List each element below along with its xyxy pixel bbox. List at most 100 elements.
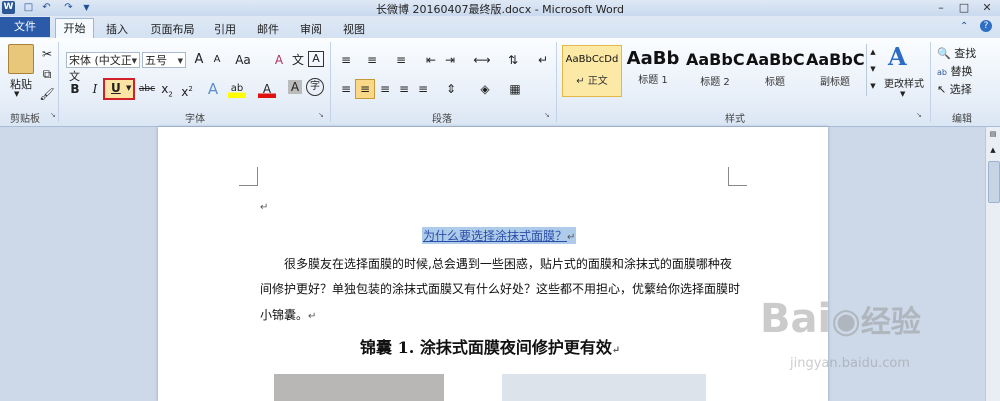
cut-icon[interactable]: ✂ <box>38 45 56 63</box>
clipboard-launcher-icon[interactable]: ↘ <box>50 111 58 119</box>
numbering-icon[interactable]: ≡ <box>363 51 381 69</box>
select-button[interactable]: ↖ 选择 <box>937 81 972 97</box>
style-sample: AaBbC <box>746 50 804 69</box>
align-center-icon[interactable]: ≡ <box>355 79 375 99</box>
strikethrough-icon[interactable]: abc <box>138 80 156 98</box>
styles-gallery-scroll[interactable]: ▲ ▼ ▼ <box>866 44 879 96</box>
sort-icon[interactable]: ⇅ <box>504 51 522 69</box>
format-painter-icon[interactable]: 🖌 <box>38 85 56 103</box>
paste-button-label[interactable]: 粘贴 <box>4 76 38 92</box>
minimize-icon[interactable]: – <box>930 0 952 15</box>
tab-file[interactable]: 文件 <box>0 17 50 37</box>
distributed-icon[interactable]: ≡ <box>414 80 432 98</box>
body-line[interactable]: 小锦囊。↵ <box>260 306 316 323</box>
replace-label: 替换 <box>950 65 973 78</box>
style-heading-2[interactable]: AaBbC 标题 2 <box>686 45 744 95</box>
font-name-combo[interactable]: 宋体 (中文正文 ▼ <box>66 52 140 83</box>
document-page[interactable]: ↵ 为什么要选择涂抹式面膜？↵ 很多膜友在选择面膜的时候,总会遇到一些困惑，贴片… <box>158 127 828 401</box>
phonetic-guide-icon[interactable]: 文 <box>289 51 307 69</box>
multilevel-list-icon[interactable]: ≡ <box>392 51 410 69</box>
styles-launcher-icon[interactable]: ↘ <box>916 111 924 119</box>
maximize-icon[interactable]: □ <box>953 0 975 15</box>
style-sample: AaBbC <box>806 50 864 69</box>
bullets-icon[interactable]: ≡ <box>337 51 355 69</box>
tab-review[interactable]: 审阅 <box>296 20 326 39</box>
line-spacing-icon[interactable]: ⇕ <box>442 80 460 98</box>
copy-icon[interactable]: ⧉ <box>38 65 56 83</box>
grow-font-icon[interactable]: A <box>190 51 208 69</box>
style-title[interactable]: AaBbC 标题 <box>746 45 804 95</box>
scroll-thumb[interactable] <box>988 161 1000 203</box>
paste-icon[interactable] <box>8 44 34 74</box>
find-label: 查找 <box>954 47 977 60</box>
tab-insert[interactable]: 插入 <box>102 20 132 39</box>
help-icon[interactable]: ? <box>980 20 992 32</box>
borders-icon[interactable]: ▦ <box>506 80 524 98</box>
section-heading[interactable]: 锦囊 1. 涂抹式面膜夜间修护更有效↵ <box>360 334 620 358</box>
binoculars-icon: 🔍 <box>937 47 951 60</box>
show-marks-icon[interactable]: ↵ <box>534 51 552 69</box>
tab-references[interactable]: 引用 <box>210 20 240 39</box>
style-subtitle[interactable]: AaBbC 副标题 <box>806 45 864 95</box>
window-title: 长微博 20160407最终版.docx - Microsoft Word <box>375 3 625 16</box>
paragraph-shading-icon[interactable]: ◈ <box>476 80 494 98</box>
align-right-icon[interactable]: ≡ <box>376 80 394 98</box>
paragraph-launcher-icon[interactable]: ↘ <box>544 111 552 119</box>
photo-image <box>502 374 706 401</box>
underline-dropdown-icon[interactable]: ▼ <box>126 84 131 92</box>
group-divider <box>58 42 59 122</box>
superscript-icon[interactable]: x2 <box>178 80 196 99</box>
clear-formatting-icon[interactable]: A <box>270 51 288 69</box>
shrink-font-icon[interactable]: A <box>208 51 226 69</box>
paste-dropdown-icon[interactable]: ▼ <box>14 90 19 98</box>
body-line[interactable]: 很多膜友在选择面膜的时候,总会遇到一些困惑，贴片式的面膜和涂抹式的面膜哪种夜 <box>284 255 732 272</box>
styles-group-label: 样式 <box>725 114 745 125</box>
document-title[interactable]: 为什么要选择涂抹式面膜？↵ <box>422 227 577 244</box>
style-heading-1[interactable]: AaBb 标题 1 <box>624 45 682 95</box>
title-text: 为什么要选择涂抹式面膜？ <box>423 229 568 243</box>
style-name: 标题 1 <box>638 75 668 86</box>
cursor-icon: ↖ <box>937 83 947 96</box>
scroll-up-icon[interactable]: ▲ <box>988 145 998 155</box>
change-case-icon[interactable]: Aa <box>234 51 252 69</box>
font-launcher-icon[interactable]: ↘ <box>318 111 326 119</box>
find-button[interactable]: 🔍 查找 <box>937 45 976 61</box>
replace-icon: ab <box>937 68 947 77</box>
style-normal[interactable]: AaBbCcDd ↵ 正文 <box>562 45 622 97</box>
italic-icon[interactable]: I <box>86 80 104 98</box>
align-left-icon[interactable]: ≡ <box>337 80 355 98</box>
justify-icon[interactable]: ≡ <box>395 80 413 98</box>
tab-home[interactable]: 开始 <box>55 18 94 38</box>
style-name: 副标题 <box>820 77 850 88</box>
ribbon-minimize-icon[interactable]: ⌃ <box>960 21 968 32</box>
ruler-toggle-icon[interactable]: ▤ <box>988 129 998 139</box>
chinese-layout-icon[interactable]: ⟷ <box>473 51 491 69</box>
style-sample: AaBb <box>626 48 680 69</box>
change-styles-icon[interactable]: A <box>888 42 907 71</box>
character-shading-icon[interactable]: A <box>288 80 302 94</box>
body-line[interactable]: 间修护更好？单独包装的涂抹式面膜又有什么好处？这些都不用担心，优蘩给你选择面膜时 <box>260 280 740 297</box>
font-color-icon[interactable]: A <box>258 80 276 98</box>
font-size-combo[interactable]: 五号 ▼ <box>142 52 186 68</box>
enclose-characters-icon[interactable]: 字 <box>306 78 324 96</box>
tab-mailings[interactable]: 邮件 <box>253 20 283 39</box>
highlight-icon[interactable]: ab <box>228 80 246 98</box>
decrease-indent-icon[interactable]: ⇤ <box>422 51 440 69</box>
bold-icon[interactable]: B <box>66 80 84 98</box>
tab-view[interactable]: 视图 <box>339 20 369 39</box>
close-icon[interactable]: ✕ <box>976 0 998 15</box>
character-border-icon[interactable]: A <box>308 51 324 67</box>
change-styles-dropdown-icon[interactable]: ▼ <box>900 90 905 98</box>
paragraph-mark: ↵ <box>567 232 576 243</box>
chevron-down-icon: ▼ <box>131 57 137 65</box>
tab-page-layout[interactable]: 页面布局 <box>145 20 200 39</box>
increase-indent-icon[interactable]: ⇥ <box>441 51 459 69</box>
body-line-text: 小锦囊。 <box>260 308 309 322</box>
vertical-scrollbar[interactable]: ▤ ▲ <box>985 127 1000 401</box>
replace-button[interactable]: ab 替换 <box>937 63 972 79</box>
change-styles-button[interactable]: 更改样式 <box>880 75 928 90</box>
subscript-icon[interactable]: x2 <box>158 80 176 98</box>
underline-button[interactable]: U ▼ <box>103 78 135 100</box>
text-effects-icon[interactable]: A <box>204 80 222 98</box>
editing-group-label: 编辑 <box>952 114 972 125</box>
